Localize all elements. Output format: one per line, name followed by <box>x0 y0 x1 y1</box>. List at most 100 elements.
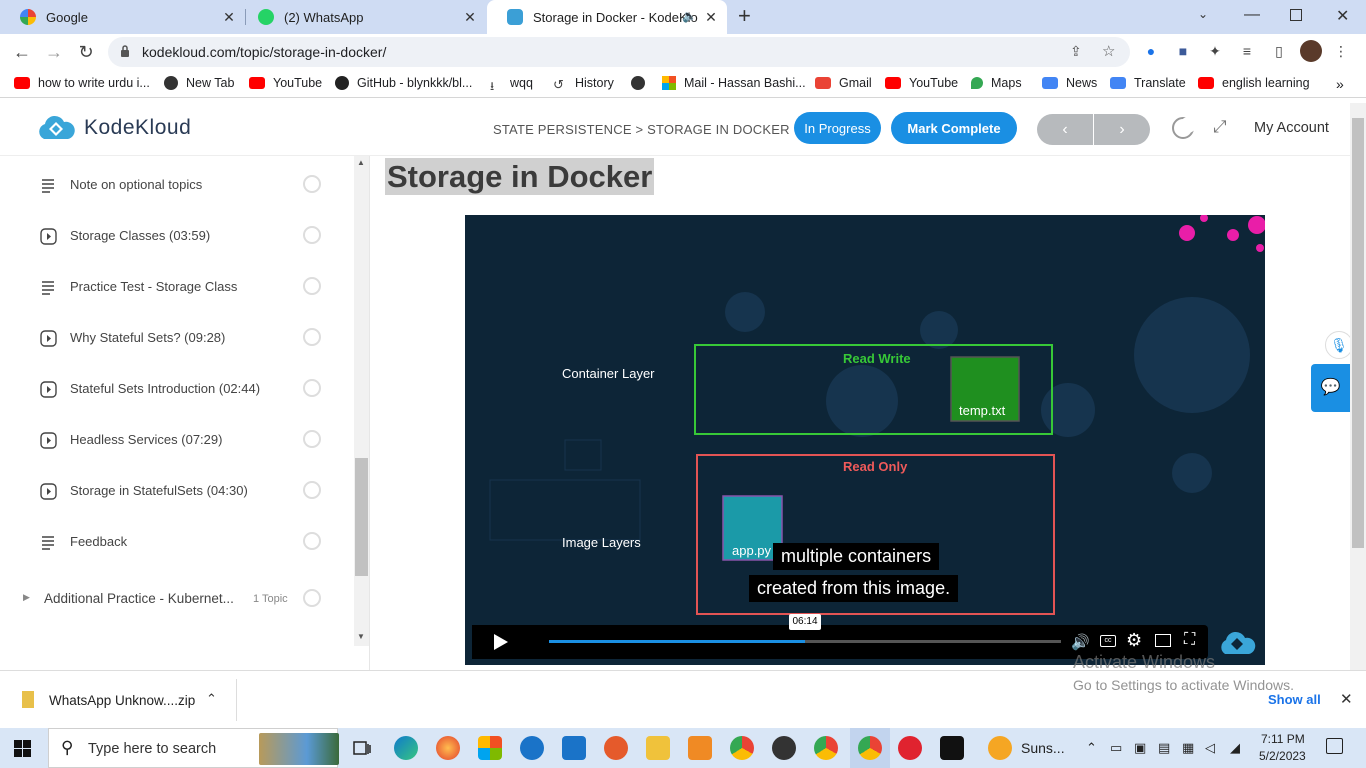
puzzle-icon[interactable]: ✦ <box>1204 40 1226 62</box>
list-item[interactable]: Why Stateful Sets? (09:28) <box>0 316 340 367</box>
app-icon[interactable] <box>688 736 712 760</box>
captions-icon[interactable]: cc <box>1100 635 1116 647</box>
list-item[interactable]: Storage in StatefulSets (04:30) <box>0 469 340 520</box>
media-icon[interactable]: ≡ <box>1236 40 1258 62</box>
battery-icon[interactable]: ▭ <box>1110 740 1122 756</box>
app-icon[interactable] <box>604 736 628 760</box>
list-item[interactable]: Practice Test - Storage Class <box>0 265 340 316</box>
progress-track[interactable] <box>549 640 1061 643</box>
side-panel-icon[interactable]: ▯ <box>1268 40 1290 62</box>
section-item[interactable]: ▶ Additional Practice - Kubernet... 1 To… <box>0 578 340 629</box>
forward-button[interactable]: → <box>42 40 66 64</box>
microphone-icon[interactable]: ● <box>1140 40 1162 62</box>
breadcrumb[interactable]: STATE PERSISTENCE > STORAGE IN DOCKER <box>493 122 790 137</box>
bookmark-item[interactable]: Gmail <box>815 76 872 90</box>
device-icon[interactable]: ▤ <box>1158 740 1170 756</box>
picture-in-picture-icon[interactable] <box>1155 634 1171 647</box>
chevron-up-icon[interactable]: ⌃ <box>206 691 217 707</box>
bookmark-item[interactable]: YouTube <box>885 76 958 90</box>
list-item[interactable]: Headless Services (07:29) <box>0 418 340 469</box>
file-explorer-icon[interactable] <box>646 736 670 760</box>
bookmark-item[interactable]: New Tab <box>164 76 234 90</box>
app-icon[interactable] <box>520 736 544 760</box>
bookmark-item[interactable]: News <box>1042 76 1097 90</box>
page-scroll-thumb[interactable] <box>1352 118 1364 548</box>
network-icon[interactable]: ▣ <box>1134 740 1146 756</box>
tab-kodekloud[interactable]: Storage in Docker - KodeKlo 🔈 ✕ <box>487 0 727 34</box>
close-icon[interactable]: ✕ <box>221 9 237 25</box>
bookmark-item[interactable]: YouTube <box>249 76 322 90</box>
taskbar-search-box[interactable]: ⚲ Type here to search <box>48 728 339 768</box>
chevron-down-icon[interactable]: ⌄ <box>1198 7 1208 21</box>
tab-google[interactable]: Google ✕ <box>0 0 245 34</box>
scroll-down-arrow-icon[interactable]: ▼ <box>357 632 365 641</box>
clock-date[interactable]: 5/2/2023 <box>1259 749 1306 763</box>
avatar[interactable] <box>1300 40 1322 62</box>
task-view-icon[interactable] <box>350 736 374 760</box>
bookmark-item[interactable]: ↺ History <box>553 76 614 92</box>
store-icon[interactable] <box>478 736 502 760</box>
volume-icon[interactable]: 🔊 <box>1071 633 1090 651</box>
kodekloud-logo-icon[interactable] <box>36 115 75 141</box>
show-all-link[interactable]: Show all <box>1268 692 1321 707</box>
extension-icon[interactable]: ■ <box>1172 40 1194 62</box>
expand-arrow-icon[interactable]: ▶ <box>23 592 30 603</box>
reload-button[interactable]: ↻ <box>74 40 98 64</box>
weather-icon[interactable] <box>988 736 1012 760</box>
video-player[interactable]: Container Layer Image Layers Read Write … <box>465 215 1265 665</box>
chrome-profile-icon[interactable] <box>814 736 838 760</box>
bookmark-item[interactable]: Mail - Hassan Bashi... <box>662 76 806 90</box>
fullscreen-icon[interactable]: ⛶ <box>1184 631 1195 649</box>
address-bar[interactable]: kodekloud.com/topic/storage-in-docker/ ⇪… <box>108 37 1130 67</box>
firefox-icon[interactable] <box>436 736 460 760</box>
minimize-button[interactable]: — <box>1244 6 1260 24</box>
mark-complete-button[interactable]: Mark Complete <box>891 112 1017 144</box>
windows-start-icon[interactable] <box>14 740 31 757</box>
site-logo-text[interactable]: KodeKloud <box>84 116 191 140</box>
more-bookmarks-icon[interactable]: » <box>1336 76 1344 92</box>
my-account-link[interactable]: My Account <box>1254 120 1329 136</box>
weather-text[interactable]: Suns... <box>1021 740 1065 756</box>
bookmark-item[interactable] <box>631 76 653 90</box>
list-item[interactable]: Storage Classes (03:59) <box>0 214 340 265</box>
app-icon[interactable] <box>772 736 796 760</box>
chevron-up-icon[interactable]: ⌃ <box>1086 740 1097 756</box>
chrome-active-icon[interactable] <box>858 736 882 760</box>
voice-widget-icon[interactable]: 🎙 <box>1325 331 1353 359</box>
fullscreen-icon[interactable]: ⤢ <box>1213 117 1227 137</box>
in-progress-badge[interactable]: In Progress <box>794 112 881 144</box>
notification-icon[interactable] <box>1326 738 1343 754</box>
star-icon[interactable]: ☆ <box>1102 42 1115 60</box>
close-icon[interactable]: ✕ <box>703 9 719 25</box>
new-tab-button[interactable]: + <box>738 5 758 28</box>
chat-widget-button[interactable]: 💬 <box>1311 364 1350 412</box>
bookmark-item[interactable]: Maps <box>971 76 1022 90</box>
list-item[interactable]: Feedback <box>0 520 340 571</box>
close-download-bar-icon[interactable]: ✕ <box>1340 690 1353 708</box>
bookmark-item[interactable]: how to write urdu i... <box>14 76 150 90</box>
scroll-up-arrow-icon[interactable]: ▲ <box>357 158 365 167</box>
tab-whatsapp[interactable]: (2) WhatsApp ✕ <box>238 0 486 34</box>
restore-button[interactable] <box>1290 9 1302 21</box>
bookmark-item[interactable]: ⭳ wqq <box>490 76 533 93</box>
settings-gear-icon[interactable]: ⚙ <box>1126 630 1142 651</box>
share-icon[interactable]: ⇪ <box>1070 43 1082 60</box>
close-window-button[interactable]: ✕ <box>1336 6 1349 26</box>
opera-icon[interactable] <box>898 736 922 760</box>
wifi-icon[interactable]: ◢ <box>1230 740 1240 756</box>
chrome-icon[interactable] <box>730 736 754 760</box>
list-item[interactable]: Stateful Sets Introduction (02:44) <box>0 367 340 418</box>
dark-mode-icon[interactable] <box>1172 117 1196 139</box>
next-lesson-button[interactable]: › <box>1094 114 1150 145</box>
bookmark-item[interactable]: GitHub - blynkkk/bl... <box>335 76 472 90</box>
previous-lesson-button[interactable]: ‹ <box>1037 114 1093 145</box>
bookmark-item[interactable]: english learning <box>1198 76 1310 90</box>
terminal-icon[interactable] <box>940 736 964 760</box>
close-icon[interactable]: ✕ <box>462 9 478 25</box>
bookmark-item[interactable]: Translate <box>1110 76 1186 90</box>
clock-time[interactable]: 7:11 PM <box>1261 732 1305 746</box>
play-button[interactable] <box>472 625 528 659</box>
volume-icon[interactable]: ◁ <box>1205 740 1215 756</box>
mail-icon[interactable] <box>562 736 586 760</box>
list-item[interactable]: Note on optional topics <box>0 163 340 214</box>
